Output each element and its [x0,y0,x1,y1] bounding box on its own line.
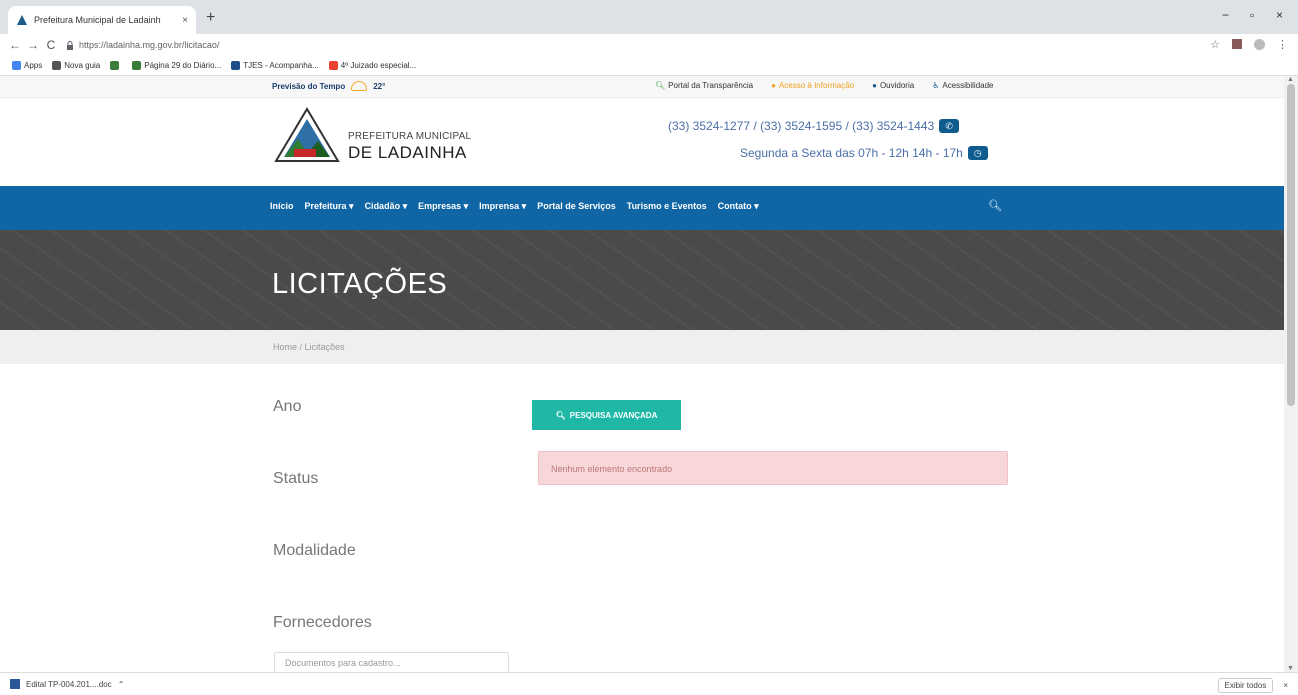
bookmark-item[interactable]: Apps [12,61,42,70]
bookmark-label: Página 29 do Diário... [144,61,222,70]
bookmark-icon [110,61,120,70]
extension-icon[interactable] [1232,39,1242,49]
close-download-bar-icon[interactable]: × [1283,681,1288,690]
download-bar: Edital TP-004.201....doc ⌃ Exibir todos … [0,672,1298,695]
nav-item[interactable]: Imprensa ▾ [479,201,526,212]
accessibility-link[interactable]: ♿︎ Acessibilidade [932,81,993,90]
download-item[interactable]: Edital TP-004.201....doc ⌃ [10,679,124,689]
bookmarks-bar: Apps Nova guia Página 29 do Diário... TJES … [0,56,1298,76]
weather-label: Previsão do Tempo [272,81,346,91]
info-icon: ● [771,81,776,90]
search-icon: 🔍︎ [555,410,566,420]
phone-numbers: (33) 3524-1277 / (33) 3524-1595 / (33) 3… [668,119,960,133]
search-icon: 🔍︎ [655,81,666,90]
reload-button[interactable]: C [42,38,60,52]
browser-menu-icon[interactable]: ⋮ [1277,38,1288,51]
word-document-icon [10,679,20,689]
nav-item[interactable]: Cidadão ▾ [365,201,408,212]
brand-line-1: PREFEITURA MUNICIPAL [348,131,472,142]
bookmark-icon [231,61,241,70]
nav-item[interactable]: Portal de Serviços [537,201,616,212]
nav-item[interactable]: Contato ▾ [718,201,759,212]
scroll-down-icon[interactable]: ▼ [1287,665,1294,672]
chat-icon: ● [872,81,877,90]
nav-item[interactable]: Turismo e Eventos [627,201,707,212]
bookmark-item[interactable] [110,61,122,70]
page-scrollbar[interactable]: ▲ ▼ [1284,76,1298,672]
brand-line-2: DE LADAINHA [348,143,467,162]
lock-icon [67,40,73,50]
download-filename: Edital TP-004.201....doc [26,679,112,689]
information-access-link[interactable]: ● Acesso à Informação [771,81,854,90]
main-navigation: Início Prefeitura ▾ Cidadão ▾ Empresas ▾ Imp… [0,186,1284,230]
address-bar: ← → C https://ladainha.mg.gov.br/licitac… [0,34,1298,56]
temperature: 22° [373,81,386,91]
scroll-up-icon[interactable]: ▲ [1287,76,1294,83]
browser-tab-bar: Prefeitura Municipal de Ladainh × + − ▫ … [0,0,1298,34]
hero-background-pattern [0,230,1284,330]
bookmark-item[interactable]: Página 29 do Diário... [132,61,221,70]
bookmark-label: TJES - Acompanha... [243,61,319,70]
clock-icon: ◷ [967,146,988,160]
filter-modality[interactable]: Modalidade [273,542,356,560]
bookmark-item[interactable]: Nova guia [52,61,100,70]
phone-icon: ✆ [939,119,960,133]
minimize-button[interactable]: − [1222,8,1229,22]
weather-cloud-icon [351,81,368,91]
back-button[interactable]: ← [6,38,24,52]
bookmark-item[interactable]: 4º Juizado especial... [328,61,417,70]
nav-item[interactable]: Prefeitura ▾ [305,201,354,212]
bookmark-item[interactable]: TJES - Acompanha... [231,61,319,70]
advanced-search-button[interactable]: 🔍︎ PESQUISA AVANÇADA [532,400,681,430]
page-hero: LICITAÇÕES [0,230,1284,330]
web-page: Previsão do Tempo 22° 🔍︎ Portal da Transp… [0,76,1284,672]
breadcrumb-text[interactable]: Home / Licitações [273,342,345,352]
bookmark-icon [12,61,21,70]
window-close-button[interactable]: × [1276,8,1283,22]
page-title: LICITAÇÕES [272,268,448,300]
nav-item[interactable]: Início [270,201,294,212]
top-utility-bar: Previsão do Tempo 22° 🔍︎ Portal da Transp… [0,76,1284,98]
office-hours: Segunda a Sexta das 07h - 12h 14h - 17h … [740,146,988,160]
forward-button[interactable]: → [24,38,42,52]
bookmark-star-icon[interactable]: ☆ [1210,38,1220,51]
bookmark-icon [328,61,338,70]
scroll-thumb[interactable] [1287,84,1295,406]
empty-results-alert: Nenhum elemento encontrado [538,451,1008,485]
profile-avatar[interactable] [1254,39,1265,50]
transparency-link[interactable]: 🔍︎ Portal da Transparência [655,81,753,90]
bookmark-icon [52,61,62,70]
search-icon[interactable]: 🔍︎ [988,199,1002,212]
url-text: https://ladainha.mg.gov.br/licitacao/ [79,40,220,50]
municipal-logo[interactable] [274,107,340,163]
restore-button[interactable]: ▫ [1250,8,1254,22]
weather-widget[interactable]: Previsão do Tempo 22° [272,81,385,91]
documents-register-field[interactable]: Documentos para cadastro... [274,652,509,672]
ombudsman-link[interactable]: ● Ouvidoria [872,81,914,90]
breadcrumb: Home / Licitações [0,330,1284,364]
site-favicon-icon [17,15,27,25]
accessibility-icon: ♿︎ [932,81,940,90]
new-tab-button[interactable]: + [206,9,215,27]
bookmark-label: 4º Juizado especial... [340,61,417,70]
chevron-up-icon[interactable]: ⌃ [118,680,125,689]
filter-suppliers[interactable]: Fornecedores [273,614,372,632]
filter-year[interactable]: Ano [273,398,301,416]
filter-status[interactable]: Status [273,470,318,488]
tab-title: Prefeitura Municipal de Ladainh [34,15,161,25]
url-field[interactable]: https://ladainha.mg.gov.br/licitacao/ [66,40,219,50]
tab-close-icon[interactable]: × [182,15,188,26]
nav-item[interactable]: Empresas ▾ [418,201,468,212]
bookmark-icon [132,61,142,70]
browser-tab[interactable]: Prefeitura Municipal de Ladainh × [8,6,196,34]
show-all-downloads-button[interactable]: Exibir todos [1217,678,1274,693]
bookmark-label: Nova guia [64,61,101,70]
site-header: PREFEITURA MUNICIPAL DE LADAINHA (33) 35… [0,98,1284,186]
bookmark-label: Apps [24,61,43,70]
